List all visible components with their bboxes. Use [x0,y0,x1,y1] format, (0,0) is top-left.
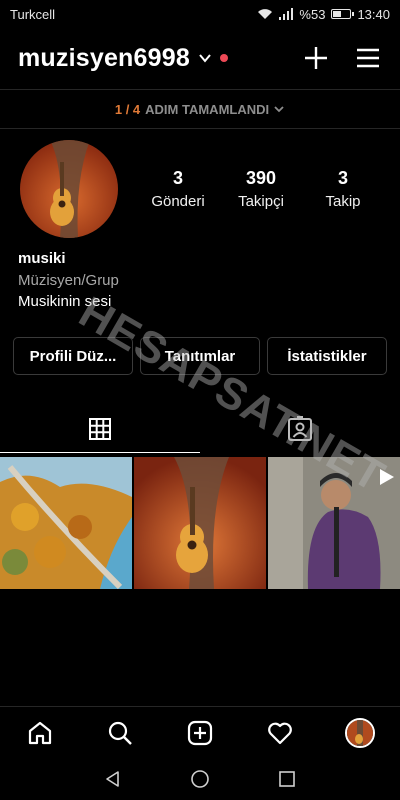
battery-level [333,11,342,17]
clock: 13:40 [357,6,390,22]
recents-icon[interactable] [278,770,296,788]
bottom-navigation [0,706,400,758]
nav-search[interactable] [100,713,140,753]
following-count: 3 [337,168,348,188]
post-thumbnail[interactable] [268,457,400,589]
edit-profile-button[interactable]: Profili Düz... [13,337,133,375]
wifi-icon [258,9,273,19]
following-stat[interactable]: 3 Takip [298,168,388,210]
insights-button[interactable]: İstatistikler [267,337,387,375]
tab-tagged[interactable] [200,405,400,453]
chevron-down-icon[interactable] [198,51,212,65]
steps-label: ADIM TAMAMLANDI [145,101,270,117]
onboarding-steps[interactable]: 1 / 4 ADIM TAMAMLANDI [0,90,400,128]
new-post-icon[interactable] [302,44,330,72]
guitar-tree-photo [134,457,266,589]
nav-home[interactable] [20,713,60,753]
battery-percent: %53 [299,6,326,22]
posts-count: 3 [172,168,183,188]
nav-activity[interactable] [260,713,300,753]
profile-category: Müzisyen/Grup [18,272,119,289]
status-bar: Turkcell %53 13:40 [0,0,400,28]
posts-stat[interactable]: 3 Gönderi [133,168,223,210]
profile-bio: Musikinin sesi [18,293,112,310]
followers-stat[interactable]: 390 Takipçi [216,168,306,210]
grid-icon [89,418,111,440]
profile-avatar-small [345,717,375,748]
promotions-button[interactable]: Tanıtımlar [140,337,260,375]
guitar-tree-image [20,140,118,238]
search-icon [108,721,132,745]
home-circle-icon[interactable] [190,769,210,789]
home-icon [28,721,52,744]
profile-header: muzisyen6998 [0,28,400,88]
active-tab-indicator [0,452,200,453]
heart-icon [268,722,292,744]
followers-count: 390 [245,168,277,188]
back-icon[interactable] [104,770,122,788]
steps-divider [0,128,400,129]
saxophone-player-photo [268,457,400,589]
battery-icon [331,9,355,19]
menu-icon[interactable] [354,44,382,72]
posts-label: Gönderi [151,193,205,210]
post-thumbnail[interactable] [134,457,266,589]
followers-label: Takipçi [238,193,284,210]
android-navigation-bar [0,758,400,800]
following-label: Takip [325,193,361,210]
autumn-road-photo [0,457,132,589]
profile-name: musiki [18,250,66,267]
tab-grid[interactable] [0,405,200,453]
post-thumbnail[interactable] [0,457,132,589]
username-title[interactable]: muzisyen6998 [18,44,190,73]
nav-create[interactable] [180,713,220,753]
tagged-person-icon [288,416,312,441]
guitar-tree-image [347,719,373,746]
profile-avatar[interactable] [20,140,118,238]
chevron-down-icon [274,106,284,113]
add-post-icon [187,720,213,745]
signal-icon [279,8,294,20]
nav-profile[interactable] [340,713,380,753]
steps-count: 1 / 4 [114,101,141,117]
notification-dot [219,54,228,62]
carrier-label: Turkcell [10,6,56,22]
